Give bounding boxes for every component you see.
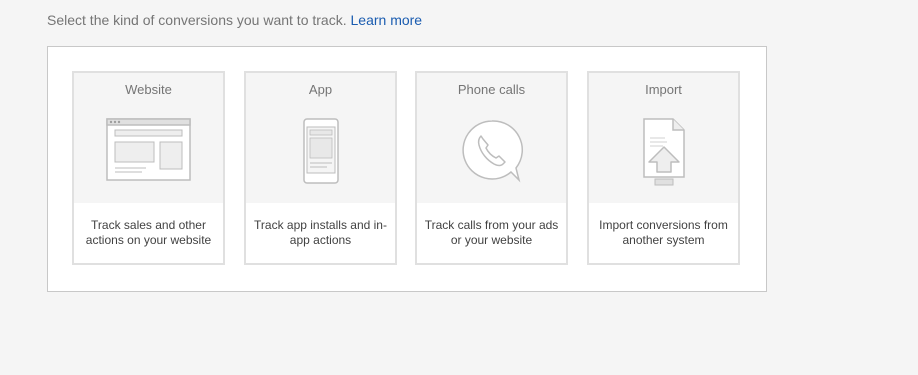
- conversion-types-panel: Website Track sales and other actions on…: [47, 46, 767, 292]
- card-description: Track calls from your ads or your websit…: [424, 218, 559, 247]
- intro-label: Select the kind of conversions you want …: [47, 12, 347, 28]
- card-description: Track sales and other actions on your we…: [85, 218, 212, 247]
- card-header: App: [246, 73, 395, 203]
- app-card[interactable]: App Track app installs and in-app action…: [244, 71, 397, 265]
- website-card[interactable]: Website Track sales and other actions on…: [72, 71, 225, 265]
- website-icon: [74, 117, 223, 189]
- import-card[interactable]: Import Import conversions from another s…: [587, 71, 740, 265]
- phone-calls-card[interactable]: Phone calls Track calls from your ads or…: [415, 71, 568, 265]
- phone-call-icon: [417, 117, 566, 189]
- card-description: Track app installs and in-app actions: [254, 218, 387, 247]
- learn-more-link[interactable]: Learn more: [351, 12, 423, 28]
- card-title: App: [308, 82, 333, 97]
- card-title: Import: [645, 82, 682, 97]
- card-title: Website: [125, 82, 172, 97]
- intro-text: Select the kind of conversions you want …: [47, 12, 422, 28]
- card-description: Import conversions from another system: [599, 218, 728, 247]
- card-title: Phone calls: [457, 82, 526, 97]
- card-header: Phone calls: [417, 73, 566, 203]
- phone-app-icon: [246, 117, 395, 189]
- card-header: Import: [589, 73, 738, 203]
- card-header: Website: [74, 73, 223, 203]
- import-file-icon: [589, 117, 738, 189]
